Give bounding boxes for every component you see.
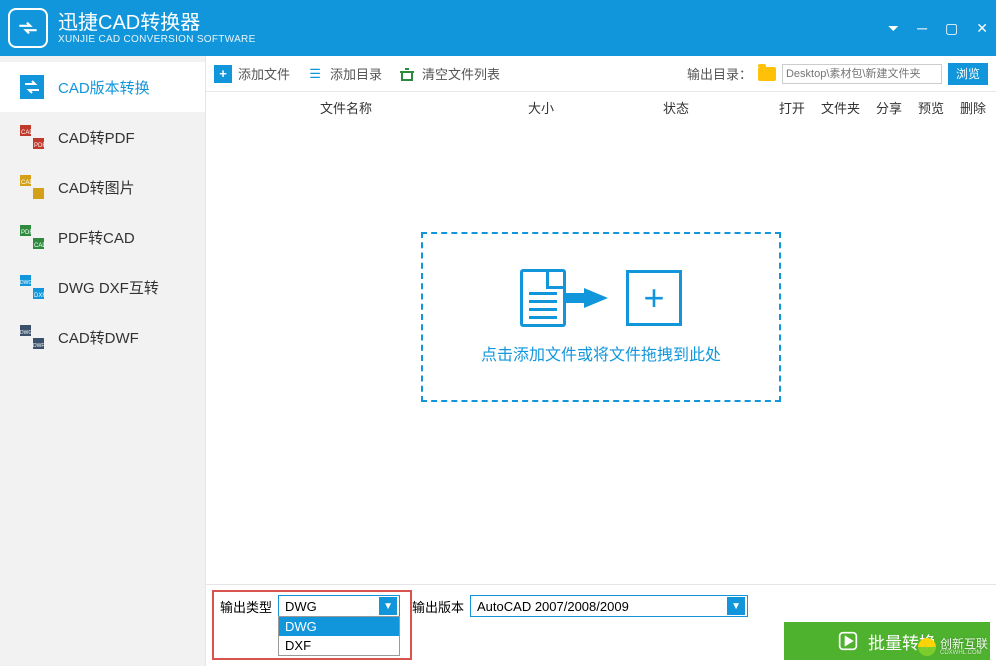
col-filename: 文件名称 xyxy=(216,98,476,117)
svg-text:DWF: DWF xyxy=(33,343,44,349)
dropzone[interactable]: + 点击添加文件或将文件拖拽到此处 xyxy=(421,232,781,402)
dwg-dxf-icon: DWG DXF xyxy=(18,273,46,301)
add-file-button[interactable]: + 添加文件 xyxy=(214,64,290,83)
plus-icon: + xyxy=(214,65,232,83)
sidebar-item-pdf-cad[interactable]: PDF CAD PDF转CAD xyxy=(0,212,205,262)
output-path-input[interactable] xyxy=(782,64,942,84)
sidebar-item-label: CAD转图片 xyxy=(58,177,135,198)
dropdown-icon[interactable]: ⏷ xyxy=(888,20,899,37)
svg-text:PDF: PDF xyxy=(34,143,45,149)
col-status: 状态 xyxy=(606,98,746,117)
output-dir-label: 输出目录： xyxy=(687,64,752,83)
convert-icon xyxy=(18,73,46,101)
bottom-bar: 输出类型 DWG ▼ DWG DXF 输出版本 AutoCAD 2007/2008… xyxy=(206,584,996,666)
add-dir-label: 添加目录 xyxy=(330,64,382,83)
col-size: 大小 xyxy=(476,98,606,117)
output-version-value: AutoCAD 2007/2008/2009 xyxy=(477,599,629,614)
watermark: 创新互联 CDXWHL.COM xyxy=(918,638,988,656)
svg-text:DWG: DWG xyxy=(20,280,32,286)
maximize-icon[interactable]: ▢ xyxy=(945,20,958,37)
svg-text:DXF: DXF xyxy=(34,293,45,299)
type-option-dxf[interactable]: DXF xyxy=(279,636,399,655)
plus-box-icon: + xyxy=(626,270,682,326)
folder-icon[interactable] xyxy=(758,67,776,81)
cad-dwf-icon: DWG DWF xyxy=(18,323,46,351)
titlebar: 迅捷CAD转换器 XUNJIE CAD CONVERSION SOFTWARE … xyxy=(0,0,996,56)
output-type-value: DWG xyxy=(285,599,317,614)
dropzone-icons: + xyxy=(520,269,682,327)
output-type-select[interactable]: DWG▼ DWG DXF xyxy=(278,595,400,617)
col-preview: 预览 xyxy=(918,98,944,117)
arrow-icon xyxy=(584,288,608,308)
main: + 添加文件 ☰ 添加目录 清空文件列表 输出目录： 浏览 文件名称 大小 状态 打… xyxy=(206,56,996,666)
sidebar-item-dwg-dxf[interactable]: DWG DXF DWG DXF互转 xyxy=(0,262,205,312)
watermark-sub: CDXWHL.COM xyxy=(940,650,988,656)
col-share: 分享 xyxy=(876,98,902,117)
sidebar-item-cad-version[interactable]: CAD版本转换 xyxy=(0,62,205,112)
svg-text:CAD: CAD xyxy=(21,130,34,136)
drop-text: 点击添加文件或将文件拖拽到此处 xyxy=(481,341,721,365)
watermark-logo xyxy=(918,638,936,656)
cad-pdf-icon: CAD PDF xyxy=(18,123,46,151)
watermark-text: 创新互联 xyxy=(940,638,988,650)
sidebar-item-label: DWG DXF互转 xyxy=(58,277,159,298)
sidebar: CAD版本转换 CADPDF CAD转PDF CAD CAD转图片 PDFCAD… xyxy=(0,56,206,666)
add-file-label: 添加文件 xyxy=(238,64,290,83)
type-option-dwg[interactable]: DWG xyxy=(279,617,399,636)
col-open: 打开 xyxy=(779,98,805,117)
sidebar-item-label: CAD版本转换 xyxy=(58,77,150,98)
toolbar: + 添加文件 ☰ 添加目录 清空文件列表 输出目录： 浏览 xyxy=(206,56,996,92)
sidebar-item-cad-img[interactable]: CAD CAD转图片 xyxy=(0,162,205,212)
list-icon: ☰ xyxy=(306,65,324,83)
browse-button[interactable]: 浏览 xyxy=(948,63,988,85)
svg-text:DWG: DWG xyxy=(20,330,32,336)
column-headers: 文件名称 大小 状态 打开 文件夹 分享 预览 删除 xyxy=(206,92,996,122)
add-dir-button[interactable]: ☰ 添加目录 xyxy=(306,64,382,83)
sidebar-item-label: CAD转DWF xyxy=(58,327,139,348)
output-type-label: 输出类型 xyxy=(220,597,272,616)
col-delete: 删除 xyxy=(960,98,986,117)
sidebar-item-label: PDF转CAD xyxy=(58,227,135,248)
app-title: 迅捷CAD转换器 xyxy=(58,12,256,34)
svg-text:PDF: PDF xyxy=(21,230,33,236)
clear-list-label: 清空文件列表 xyxy=(422,64,500,83)
cad-img-icon: CAD xyxy=(18,173,46,201)
app-subtitle: XUNJIE CAD CONVERSION SOFTWARE xyxy=(58,34,256,45)
chevron-down-icon: ▼ xyxy=(727,597,745,615)
document-icon xyxy=(520,269,566,327)
clear-list-button[interactable]: 清空文件列表 xyxy=(398,64,500,83)
minimize-icon[interactable]: ─ xyxy=(917,20,927,36)
col-folder: 文件夹 xyxy=(821,98,860,117)
output-version-label: 输出版本 xyxy=(412,597,464,616)
clear-icon xyxy=(398,65,416,83)
pdf-cad-icon: PDF CAD xyxy=(18,223,46,251)
play-icon xyxy=(838,631,858,651)
output-version-select[interactable]: AutoCAD 2007/2008/2009 ▼ xyxy=(470,595,748,617)
sidebar-item-cad-pdf[interactable]: CAD PDF CAD转PDF xyxy=(0,112,205,162)
svg-text:CAD: CAD xyxy=(34,243,45,249)
sidebar-item-cad-dwf[interactable]: DWG DWF CAD转DWF xyxy=(0,312,205,362)
sidebar-item-label: CAD转PDF xyxy=(58,127,135,148)
chevron-down-icon: ▼ xyxy=(379,597,397,615)
app-logo xyxy=(8,8,48,48)
close-icon[interactable]: ✕ xyxy=(976,20,988,37)
svg-text:CAD: CAD xyxy=(21,180,34,186)
